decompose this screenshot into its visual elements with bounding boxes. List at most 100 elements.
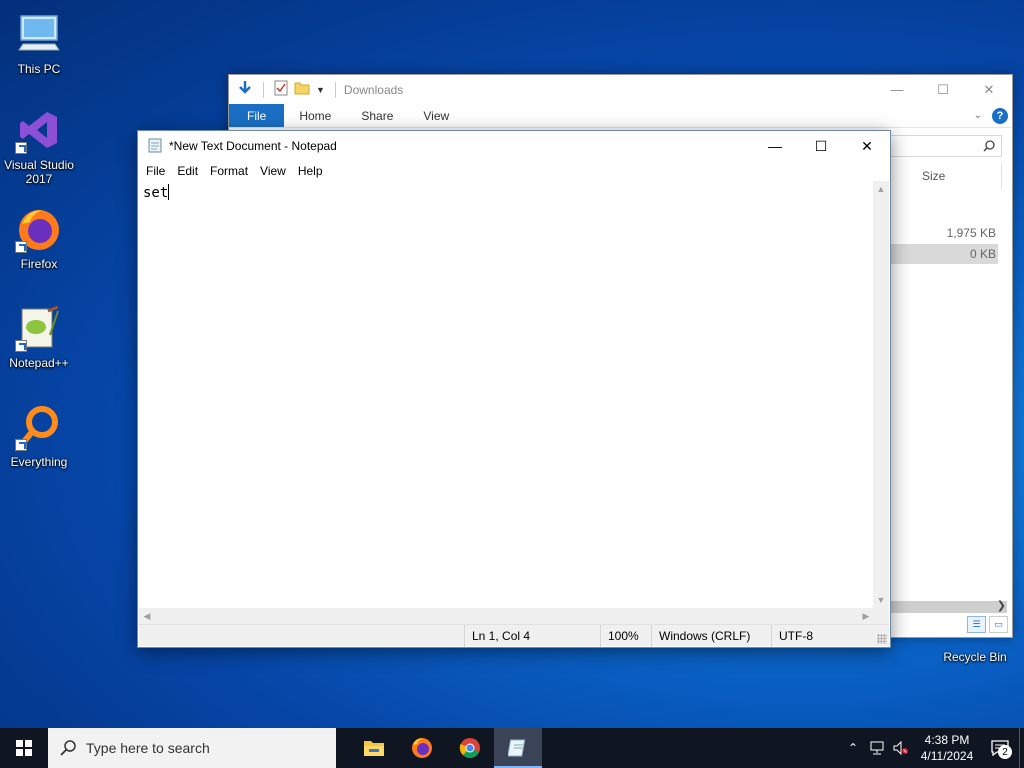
firefox-icon bbox=[412, 738, 432, 758]
taskbar-search-box[interactable]: Type here to search bbox=[48, 728, 336, 768]
editor-content: set bbox=[143, 185, 169, 201]
notepad-window[interactable]: *New Text Document - Notepad — ☐ ✕ File … bbox=[137, 130, 891, 648]
chrome-icon bbox=[459, 738, 480, 758]
computer-icon bbox=[15, 10, 63, 58]
status-position: Ln 1, Col 4 bbox=[464, 625, 600, 647]
down-arrow-icon[interactable] bbox=[237, 80, 253, 99]
large-icons-view-icon[interactable]: ▭ bbox=[989, 616, 1008, 633]
explorer-title: Downloads bbox=[343, 82, 404, 97]
desktop-icon-label: Recycle Bin bbox=[943, 650, 1007, 664]
new-folder-icon[interactable] bbox=[294, 81, 310, 98]
desktop-icon-label: Everything bbox=[10, 455, 68, 469]
desktop-icon-label: This PC bbox=[17, 62, 61, 76]
clock-date: 4/11/2024 bbox=[920, 749, 974, 763]
system-tray: ⌃ 4:38 PM 4/11/2024 2 bbox=[841, 728, 1024, 768]
minimize-button[interactable]: — bbox=[874, 75, 920, 104]
details-view-icon[interactable]: ☰ bbox=[967, 616, 986, 633]
desktop-icon-label: Notepad++ bbox=[9, 356, 69, 370]
properties-icon[interactable] bbox=[274, 80, 288, 99]
action-center-button[interactable]: 2 bbox=[981, 728, 1019, 768]
status-encoding: UTF-8 bbox=[771, 625, 889, 647]
desktop-icon-notepadpp[interactable]: Notepad++ bbox=[1, 304, 77, 370]
view-switcher: ☰ ▭ bbox=[967, 616, 1008, 633]
volume-muted-icon[interactable] bbox=[889, 741, 913, 755]
vertical-scrollbar[interactable]: ▲ ▼ bbox=[873, 181, 889, 608]
scroll-down-icon[interactable]: ▼ bbox=[873, 592, 889, 608]
text-editor[interactable]: set bbox=[139, 181, 874, 608]
text-caret bbox=[168, 184, 170, 200]
desktop-icon-firefox[interactable]: Firefox bbox=[1, 205, 77, 271]
close-button[interactable]: ✕ bbox=[966, 75, 1012, 104]
clock[interactable]: 4:38 PM 4/11/2024 bbox=[913, 732, 981, 764]
notepad-icon bbox=[508, 739, 526, 757]
scroll-right-icon[interactable]: ❯ bbox=[997, 599, 1006, 612]
taskbar-file-explorer[interactable] bbox=[350, 728, 398, 768]
menu-view[interactable]: View bbox=[254, 164, 292, 178]
notepad-icon bbox=[147, 137, 163, 156]
menu-bar: File Edit Format View Help bbox=[138, 161, 890, 181]
chevron-up-icon[interactable]: ⌃ bbox=[841, 741, 865, 755]
explorer-titlebar[interactable]: ▼ Downloads — ☐ ✕ bbox=[229, 75, 1012, 104]
file-row-selected[interactable]: 0 KB bbox=[878, 244, 998, 264]
taskbar-notepad[interactable] bbox=[494, 728, 542, 768]
close-button[interactable]: ✕ bbox=[844, 131, 890, 161]
horizontal-scrollbar[interactable]: ◀ ▶ bbox=[139, 608, 874, 624]
status-bar: Ln 1, Col 4 100% Windows (CRLF) UTF-8 bbox=[139, 624, 889, 647]
expand-ribbon-icon[interactable]: ⌄ bbox=[974, 110, 982, 121]
notepad-titlebar[interactable]: *New Text Document - Notepad — ☐ ✕ bbox=[138, 131, 890, 161]
file-explorer-icon bbox=[364, 741, 384, 756]
desktop-icon-label: Firefox bbox=[20, 257, 58, 271]
shortcut-arrow-icon bbox=[15, 340, 27, 352]
desktop-icon-this-pc[interactable]: This PC bbox=[1, 10, 77, 76]
help-icon[interactable]: ? bbox=[992, 107, 1008, 124]
tab-share[interactable]: Share bbox=[346, 104, 408, 127]
horizontal-scrollbar[interactable] bbox=[889, 601, 1007, 613]
explorer-ribbon: File Home Share View ⌄ ? bbox=[229, 104, 1012, 128]
taskbar-firefox[interactable] bbox=[398, 728, 446, 768]
tab-home[interactable]: Home bbox=[284, 104, 346, 127]
menu-edit[interactable]: Edit bbox=[171, 164, 204, 178]
menu-file[interactable]: File bbox=[140, 164, 171, 178]
desktop-icon-label: Visual Studio 2017 bbox=[4, 158, 74, 186]
visual-studio-icon bbox=[15, 106, 63, 154]
scroll-right-icon[interactable]: ▶ bbox=[858, 608, 874, 624]
taskbar: Type here to search ⌃ 4:38 PM 4/11/2024 … bbox=[0, 728, 1024, 768]
clock-time: 4:38 PM bbox=[924, 733, 970, 747]
scrollbar-corner bbox=[873, 608, 889, 624]
scroll-up-icon[interactable]: ▲ bbox=[873, 181, 889, 197]
tab-file[interactable]: File bbox=[229, 104, 285, 127]
desktop-icon-recycle-bin[interactable]: Recycle Bin bbox=[937, 636, 1013, 664]
maximize-button[interactable]: ☐ bbox=[920, 75, 966, 104]
file-row[interactable]: 1,975 KB bbox=[886, 223, 996, 243]
desktop-icon-visual-studio[interactable]: Visual Studio 2017 bbox=[1, 106, 77, 186]
taskbar-chrome[interactable] bbox=[446, 728, 494, 768]
firefox-icon bbox=[15, 205, 63, 253]
menu-format[interactable]: Format bbox=[204, 164, 254, 178]
notepadpp-icon bbox=[15, 304, 63, 352]
desktop-icon-everything[interactable]: Everything bbox=[1, 403, 77, 469]
quick-access-dropdown-icon[interactable]: ▼ bbox=[316, 85, 325, 95]
shortcut-arrow-icon bbox=[15, 241, 27, 253]
status-line-ending: Windows (CRLF) bbox=[651, 625, 771, 647]
shortcut-arrow-icon bbox=[15, 142, 27, 154]
divider bbox=[334, 81, 336, 98]
tab-view[interactable]: View bbox=[408, 104, 464, 127]
notepad-title: *New Text Document - Notepad bbox=[169, 139, 337, 153]
everything-icon bbox=[15, 403, 63, 451]
maximize-button[interactable]: ☐ bbox=[798, 131, 844, 161]
search-placeholder: Type here to search bbox=[86, 740, 210, 756]
shortcut-arrow-icon bbox=[15, 439, 27, 451]
show-desktop-button[interactable] bbox=[1019, 728, 1024, 768]
minimize-button[interactable]: — bbox=[752, 131, 798, 161]
status-zoom: 100% bbox=[600, 625, 651, 647]
search-box[interactable] bbox=[882, 135, 1002, 157]
notification-badge: 2 bbox=[998, 745, 1012, 759]
windows-logo-icon bbox=[16, 740, 32, 756]
column-header-size[interactable]: Size bbox=[882, 162, 1002, 190]
network-icon[interactable] bbox=[865, 741, 889, 755]
scroll-left-icon[interactable]: ◀ bbox=[139, 608, 155, 624]
resize-grip[interactable] bbox=[877, 634, 887, 644]
start-button[interactable] bbox=[0, 728, 48, 768]
divider bbox=[263, 81, 264, 98]
menu-help[interactable]: Help bbox=[292, 164, 329, 178]
